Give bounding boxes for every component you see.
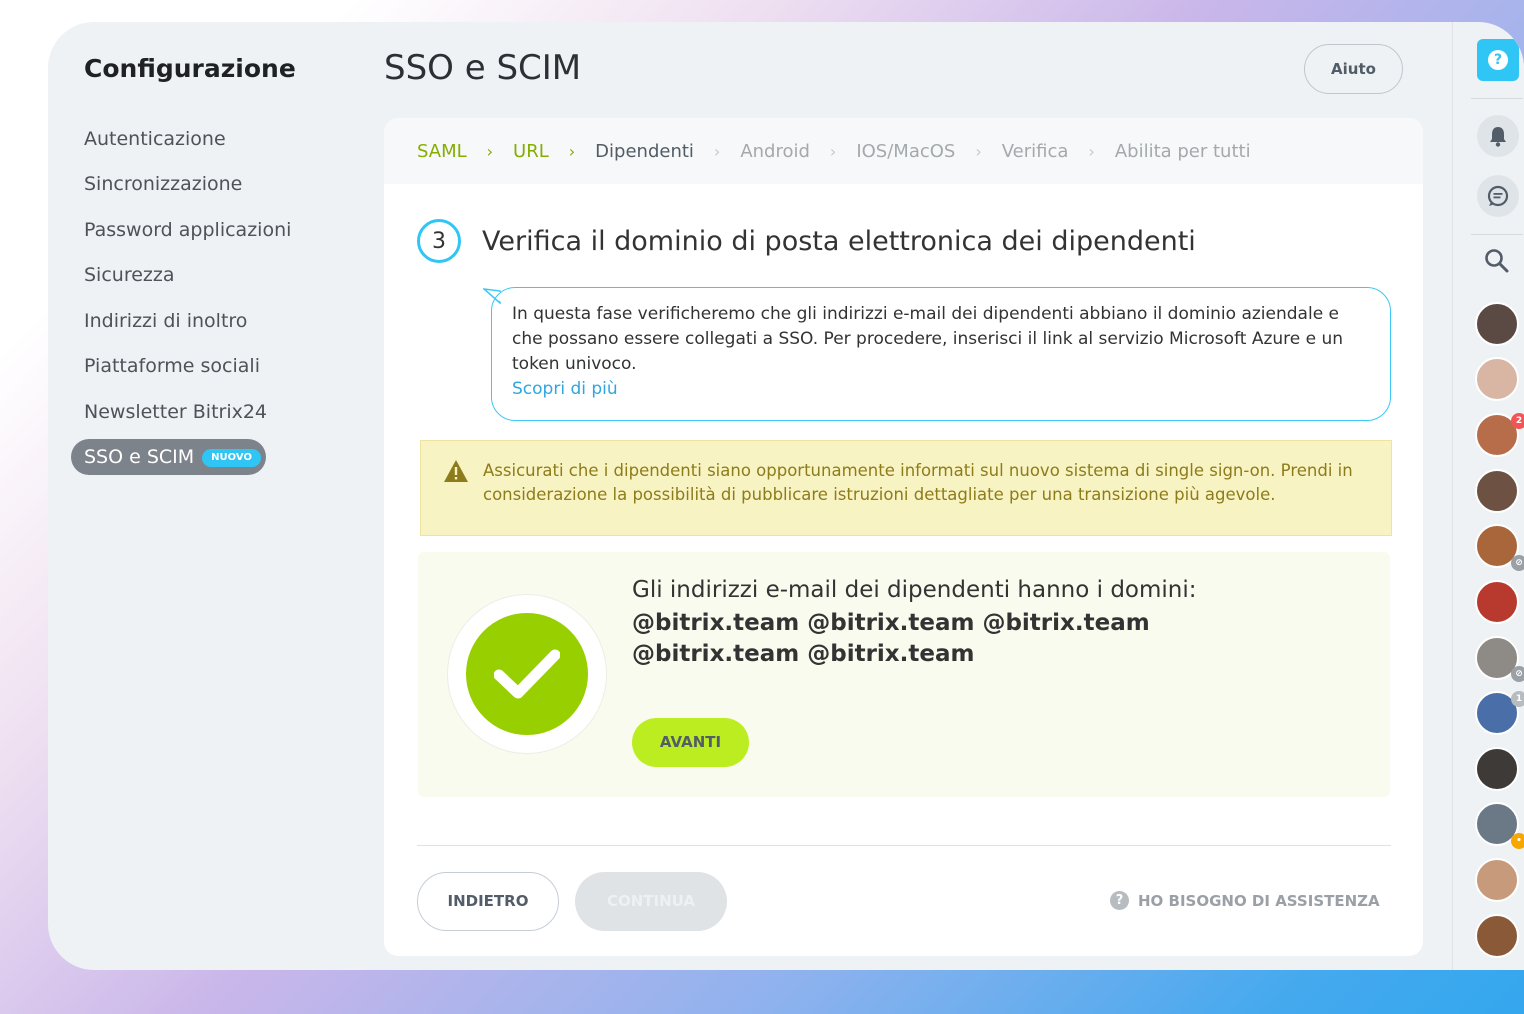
info-bubble: In questa fase verificheremo che gli ind… [491, 287, 1391, 421]
app-window: Configurazione Autenticazione Sincronizz… [48, 22, 1524, 970]
warning-text: Assicurati che i dipendenti siano opport… [483, 461, 1353, 504]
divider [1471, 234, 1523, 235]
sidebar-item-autenticazione[interactable]: Autenticazione [84, 121, 226, 157]
domains-list: @bitrix.team @bitrix.team @bitrix.team @… [632, 610, 1150, 667]
chevron-right-icon: › [829, 141, 837, 161]
sidebar-item-sicurezza[interactable]: Sicurezza [84, 257, 175, 293]
search-icon[interactable] [1483, 247, 1511, 275]
divider [1471, 98, 1523, 99]
status-badge: ⊘ [1511, 666, 1524, 682]
step-dipendenti[interactable]: Dipendenti [595, 141, 694, 162]
help-circle-icon: ? [1110, 891, 1129, 910]
avatar[interactable] [1475, 914, 1519, 958]
warning-icon [444, 460, 468, 482]
step-android: Android [740, 140, 810, 162]
notification-badge: 1 [1511, 691, 1524, 707]
avatar[interactable] [1475, 580, 1519, 624]
need-help-link[interactable]: ? HO BISOGNO DI ASSISTENZA [1110, 891, 1380, 910]
sidebar-item-newsletter[interactable]: Newsletter Bitrix24 [84, 394, 267, 430]
sidebar-item-sso-scim[interactable]: SSO e SCIM NUOVO [71, 439, 266, 475]
chevron-right-icon: › [486, 141, 494, 161]
step-number-badge: 3 [417, 219, 461, 263]
step-abilita-per-tutti: Abilita per tutti [1114, 140, 1251, 162]
avatar[interactable] [1475, 747, 1519, 791]
step-heading-text: Verifica il dominio di posta elettronica… [482, 225, 1196, 257]
clock-badge: • [1511, 833, 1524, 849]
settings-sidebar: Configurazione Autenticazione Sincronizz… [48, 22, 378, 970]
step-url[interactable]: URL [513, 141, 549, 162]
sidebar-title: Configurazione [84, 54, 296, 83]
step-ios-macos: IOS/MacOS [856, 140, 956, 162]
chevron-right-icon: › [975, 141, 982, 161]
chevron-right-icon: › [1088, 141, 1095, 161]
footer-divider [417, 845, 1391, 846]
chevron-right-icon: › [713, 141, 721, 161]
next-button[interactable]: AVANTI [632, 718, 749, 767]
step-saml[interactable]: SAML [417, 141, 467, 162]
help-button[interactable]: Aiuto [1304, 44, 1403, 94]
info-text: In questa fase verificheremo che gli ind… [512, 304, 1344, 374]
new-badge: NUOVO [202, 449, 261, 467]
sidebar-item-sincronizzazione[interactable]: Sincronizzazione [84, 166, 242, 202]
avatar[interactable] [1475, 357, 1519, 401]
bell-icon[interactable] [1477, 115, 1519, 157]
back-button[interactable]: INDIETRO [417, 872, 559, 931]
avatar[interactable] [1475, 469, 1519, 513]
notification-badge: 2 [1511, 413, 1524, 429]
page-title: SSO e SCIM [384, 48, 582, 88]
sidebar-item-indirizzi-inoltro[interactable]: Indirizzi di inoltro [84, 303, 247, 339]
chevron-right-icon: › [568, 141, 576, 161]
need-help-label: HO BISOGNO DI ASSISTENZA [1138, 891, 1380, 910]
status-badge: ⊘ [1511, 555, 1524, 571]
chat-icon[interactable] [1477, 175, 1519, 217]
avatar[interactable] [1475, 302, 1519, 346]
success-indicator [448, 595, 606, 753]
wizard-card: SAML › URL › Dipendenti › Android › IOS/… [384, 118, 1423, 956]
help-icon[interactable]: ? [1477, 39, 1519, 81]
learn-more-link[interactable]: Scopri di più [512, 377, 1370, 402]
step-heading: 3 Verifica il dominio di posta elettroni… [417, 219, 1196, 263]
avatar[interactable] [1475, 858, 1519, 902]
sidebar-item-password-applicazioni[interactable]: Password applicazioni [84, 212, 291, 248]
continue-button[interactable]: CONTINUA [575, 872, 727, 931]
verification-result: Gli indirizzi e-mail dei dipendenti hann… [418, 552, 1390, 797]
warning-banner: Assicurati che i dipendenti siano opport… [420, 440, 1392, 536]
checkmark-icon [494, 649, 560, 699]
step-verifica: Verifica [1001, 140, 1069, 162]
right-panel: ? 2 ⊘ ⊘ 1 • [1452, 22, 1524, 970]
domains-label: Gli indirizzi e-mail dei dipendenti hann… [632, 577, 1197, 603]
sidebar-item-label: SSO e SCIM [84, 446, 195, 468]
sidebar-item-piattaforme-sociali[interactable]: Piattaforme sociali [84, 348, 260, 384]
wizard-steps: SAML › URL › Dipendenti › Android › IOS/… [384, 118, 1423, 184]
